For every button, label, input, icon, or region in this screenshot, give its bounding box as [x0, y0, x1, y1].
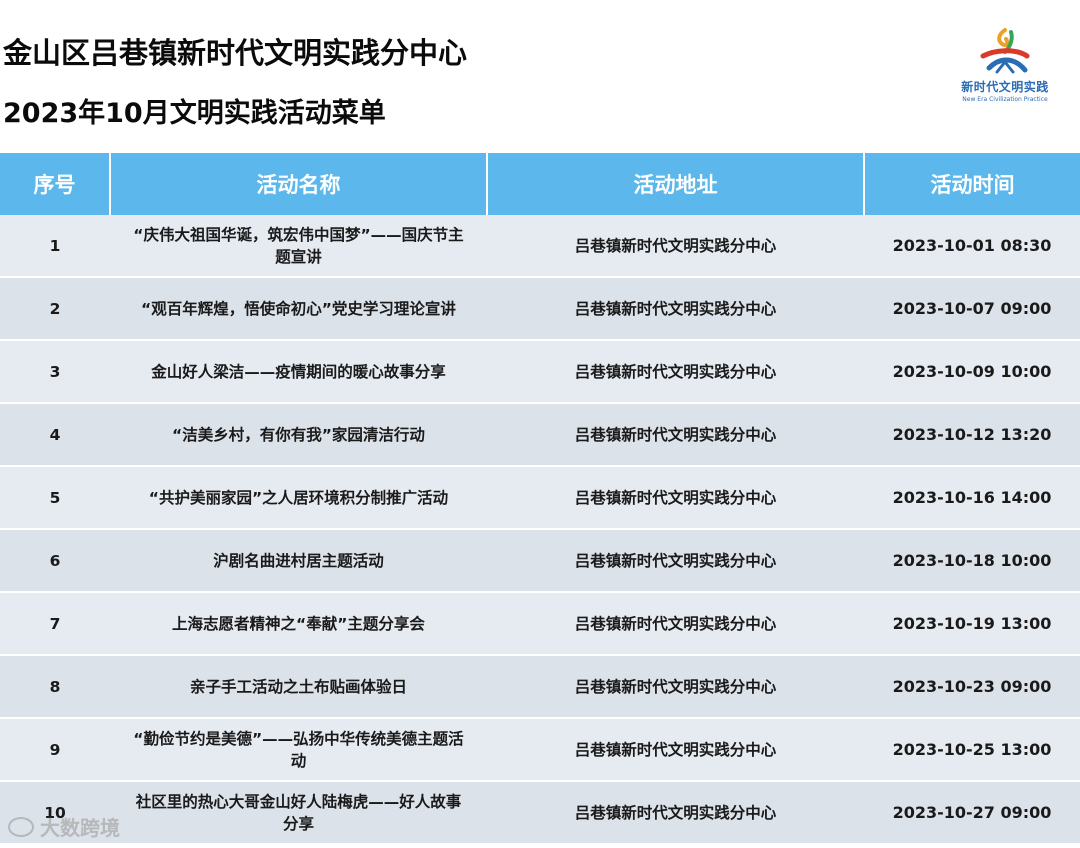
row-address: 吕巷镇新时代文明实践分中心 — [487, 215, 864, 278]
row-no: 6 — [0, 529, 110, 593]
table-row: 1 “庆伟大祖国华诞，筑宏伟中国梦”——国庆节主题宣讲 吕巷镇新时代文明实践分中… — [0, 215, 1080, 278]
row-address: 吕巷镇新时代文明实践分中心 — [487, 277, 864, 341]
row-activity-name: 沪剧名曲进村居主题活动 — [110, 529, 487, 593]
column-header-no: 序号 — [0, 153, 111, 215]
page-title: 金山区吕巷镇新时代文明实践分中心 — [3, 36, 468, 70]
row-address: 吕巷镇新时代文明实践分中心 — [487, 592, 864, 656]
column-header-time: 活动时间 — [864, 153, 1080, 215]
activity-menu-table: 序号 活动名称 活动地址 活动时间 1 “庆伟大祖国华诞，筑宏伟中国梦”——国庆… — [0, 153, 1080, 845]
row-no: 4 — [0, 403, 110, 467]
row-time: 2023-10-27 09:00 — [864, 781, 1080, 845]
civilization-practice-logo: 新时代文明实践 New Era Civilization Practice — [955, 26, 1055, 114]
row-no: 1 — [0, 215, 110, 278]
row-address: 吕巷镇新时代文明实践分中心 — [487, 529, 864, 593]
row-activity-name: 社区里的热心大哥金山好人陆梅虎——好人故事分享 — [110, 781, 487, 845]
row-activity-name: “庆伟大祖国华诞，筑宏伟中国梦”——国庆节主题宣讲 — [110, 215, 487, 278]
row-address: 吕巷镇新时代文明实践分中心 — [487, 466, 864, 530]
row-activity-name: “观百年辉煌，悟使命初心”党史学习理论宣讲 — [110, 277, 487, 341]
row-time: 2023-10-12 13:20 — [864, 403, 1080, 467]
row-time: 2023-10-18 10:00 — [864, 529, 1080, 593]
table-row: 2 “观百年辉煌，悟使命初心”党史学习理论宣讲 吕巷镇新时代文明实践分中心 20… — [0, 277, 1080, 341]
row-no: 7 — [0, 592, 110, 656]
row-activity-name: 金山好人梁洁——疫情期间的暖心故事分享 — [110, 340, 487, 404]
logo-text-en: New Era Civilization Practice — [962, 96, 1048, 103]
row-address: 吕巷镇新时代文明实践分中心 — [487, 781, 864, 845]
logo-emblem-icon — [980, 28, 1030, 74]
column-header-address: 活动地址 — [487, 153, 865, 215]
row-address: 吕巷镇新时代文明实践分中心 — [487, 340, 864, 404]
table-row: 10 社区里的热心大哥金山好人陆梅虎——好人故事分享 吕巷镇新时代文明实践分中心… — [0, 781, 1080, 845]
table-row: 5 “共护美丽家园”之人居环境积分制推广活动 吕巷镇新时代文明实践分中心 202… — [0, 466, 1080, 530]
table-row: 8 亲子手工活动之土布贴画体验日 吕巷镇新时代文明实践分中心 2023-10-2… — [0, 655, 1080, 719]
table-row: 9 “勤俭节约是美德”——弘扬中华传统美德主题活动 吕巷镇新时代文明实践分中心 … — [0, 718, 1080, 782]
table-row: 4 “洁美乡村，有你有我”家园清洁行动 吕巷镇新时代文明实践分中心 2023-1… — [0, 403, 1080, 467]
row-address: 吕巷镇新时代文明实践分中心 — [487, 403, 864, 467]
row-time: 2023-10-07 09:00 — [864, 277, 1080, 341]
row-no: 2 — [0, 277, 110, 341]
row-time: 2023-10-19 13:00 — [864, 592, 1080, 656]
table-row: 7 上海志愿者精神之“奉献”主题分享会 吕巷镇新时代文明实践分中心 2023-1… — [0, 592, 1080, 656]
row-activity-name: “洁美乡村，有你有我”家园清洁行动 — [110, 403, 487, 467]
table-row: 3 金山好人梁洁——疫情期间的暖心故事分享 吕巷镇新时代文明实践分中心 2023… — [0, 340, 1080, 404]
row-activity-name: “共护美丽家园”之人居环境积分制推广活动 — [110, 466, 487, 530]
row-time: 2023-10-16 14:00 — [864, 466, 1080, 530]
row-address: 吕巷镇新时代文明实践分中心 — [487, 655, 864, 719]
watermark-logo-icon — [8, 816, 34, 837]
row-time: 2023-10-01 08:30 — [864, 215, 1080, 278]
row-address: 吕巷镇新时代文明实践分中心 — [487, 718, 864, 782]
table-row: 6 沪剧名曲进村居主题活动 吕巷镇新时代文明实践分中心 2023-10-18 1… — [0, 529, 1080, 593]
page-subtitle: 2023年10月文明实践活动菜单 — [3, 98, 386, 129]
row-no: 5 — [0, 466, 110, 530]
row-time: 2023-10-23 09:00 — [864, 655, 1080, 719]
row-time: 2023-10-09 10:00 — [864, 340, 1080, 404]
row-no: 8 — [0, 655, 110, 719]
watermark-text: 大数跨境 — [40, 816, 120, 840]
row-activity-name: 上海志愿者精神之“奉献”主题分享会 — [110, 592, 487, 656]
row-activity-name: 亲子手工活动之土布贴画体验日 — [110, 655, 487, 719]
row-activity-name: “勤俭节约是美德”——弘扬中华传统美德主题活动 — [110, 718, 487, 782]
row-no: 3 — [0, 340, 110, 404]
row-time: 2023-10-25 13:00 — [864, 718, 1080, 782]
table-header-row: 序号 活动名称 活动地址 活动时间 — [0, 153, 1080, 215]
column-header-name: 活动名称 — [110, 153, 488, 215]
logo-text-cn: 新时代文明实践 — [961, 80, 1049, 94]
row-no: 9 — [0, 718, 110, 782]
watermark: 大数跨境 — [8, 812, 120, 841]
